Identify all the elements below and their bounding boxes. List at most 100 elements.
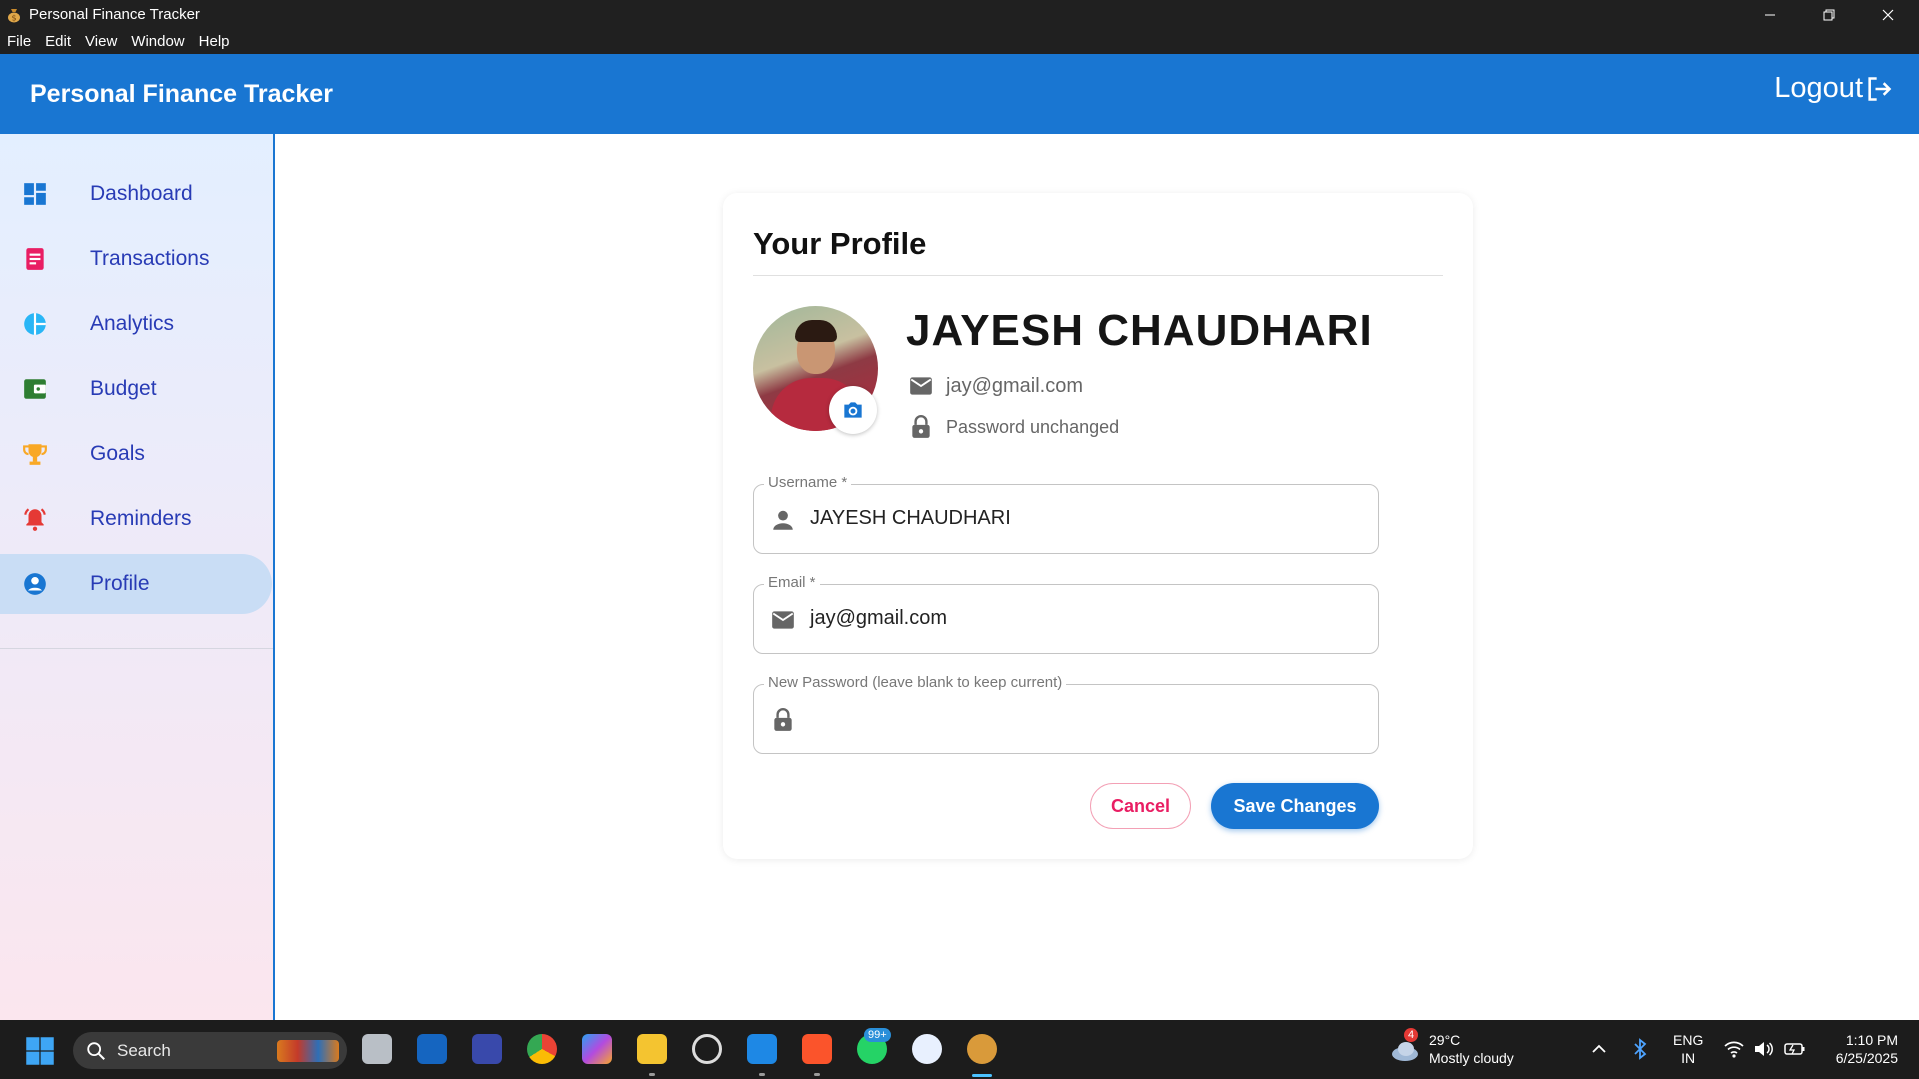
username-label: Username * <box>764 474 852 491</box>
email-input[interactable]: jay@gmail.com <box>810 607 947 630</box>
language-indicator[interactable]: ENG IN <box>1673 1031 1703 1067</box>
menu-edit[interactable]: Edit <box>38 33 78 50</box>
bluetooth-icon[interactable] <box>1633 1038 1647 1060</box>
password-field[interactable]: New Password (leave blank to keep curren… <box>753 674 1379 754</box>
clock-time: 1:10 PM <box>1845 1032 1898 1048</box>
profile-name: JAYESH CHAUDHARI <box>906 306 1373 355</box>
sidebar-item-label: Transactions <box>90 247 210 270</box>
battery-icon[interactable] <box>1784 1040 1806 1058</box>
taskbar: Search 99+ 4 29°C Mostly cloudy ENG IN 1… <box>0 1020 1919 1079</box>
sidebar-item-label: Goals <box>90 442 145 465</box>
sidebar: Dashboard Transactions Analytics Budget … <box>0 134 275 1020</box>
sidebar-item-profile[interactable]: Profile <box>0 554 272 614</box>
clock-date: 6/25/2025 <box>1835 1050 1898 1066</box>
app-store-icon[interactable] <box>912 1034 942 1064</box>
save-changes-button[interactable]: Save Changes <box>1211 783 1379 829</box>
email-icon <box>910 377 932 395</box>
logout-label: Logout <box>1774 72 1863 104</box>
sidebar-divider <box>0 648 273 649</box>
whatsapp-badge: 99+ <box>864 1028 891 1042</box>
sidebar-item-budget[interactable]: Budget <box>0 359 272 419</box>
svg-text:$: $ <box>11 13 16 22</box>
pie-chart-icon <box>24 313 46 335</box>
menu-file[interactable]: File <box>0 33 38 50</box>
username-field[interactable]: Username * JAYESH CHAUDHARI <box>753 474 1379 554</box>
sidebar-item-reminders[interactable]: Reminders <box>0 489 272 549</box>
sidebar-item-label: Profile <box>90 572 150 595</box>
email-label: Email * <box>764 574 820 591</box>
restore-button[interactable] <box>1799 0 1859 29</box>
app-header: Personal Finance Tracker Logout <box>0 54 1919 134</box>
logout-button[interactable]: Logout <box>1774 72 1893 105</box>
active-app-indicator <box>972 1074 992 1077</box>
menu-help[interactable]: Help <box>192 33 237 50</box>
sidebar-item-dashboard[interactable]: Dashboard <box>0 164 272 224</box>
minimize-button[interactable] <box>1740 0 1800 29</box>
sidebar-item-transactions[interactable]: Transactions <box>0 229 272 289</box>
sidebar-item-label: Reminders <box>90 507 192 530</box>
region-code: IN <box>1681 1050 1696 1066</box>
temperature: 29°C <box>1429 1032 1461 1048</box>
profile-card: Your Profile JAYESH CHAUDHARI jay@gmail.… <box>723 193 1473 859</box>
heading-divider <box>753 275 1443 276</box>
sidebar-item-goals[interactable]: Goals <box>0 424 272 484</box>
window-title: Personal Finance Tracker <box>29 6 200 23</box>
cloud-icon <box>1392 1042 1418 1061</box>
app-icon-2[interactable] <box>472 1034 502 1064</box>
cancel-button[interactable]: Cancel <box>1090 783 1191 829</box>
obs-icon[interactable] <box>692 1034 722 1064</box>
trophy-icon <box>23 444 47 465</box>
profile-password-row: Password unchanged <box>908 414 1119 440</box>
account-circle-icon <box>24 573 46 595</box>
search-icon <box>87 1041 105 1060</box>
lock-icon <box>774 708 792 731</box>
finance-app-icon[interactable] <box>967 1034 997 1064</box>
weather-condition: Mostly cloudy <box>1429 1050 1514 1066</box>
app-money-bag-icon: $ <box>8 8 20 22</box>
task-view-icon[interactable] <box>362 1034 392 1064</box>
close-icon <box>1882 9 1894 20</box>
username-input[interactable]: JAYESH CHAUDHARI <box>810 507 1011 530</box>
taskbar-search[interactable]: Search <box>73 1032 347 1069</box>
sidebar-item-label: Budget <box>90 377 157 400</box>
windows-start-icon[interactable] <box>25 1036 55 1066</box>
sidebar-item-analytics[interactable]: Analytics <box>0 294 272 354</box>
close-button[interactable] <box>1858 0 1918 29</box>
wifi-icon[interactable] <box>1724 1040 1744 1058</box>
change-photo-button[interactable] <box>829 386 877 434</box>
clock[interactable]: 1:10 PM 6/25/2025 <box>1822 1031 1898 1067</box>
volume-icon[interactable] <box>1753 1040 1773 1058</box>
lock-icon <box>912 415 930 438</box>
window-titlebar: $ Personal Finance Tracker <box>0 0 1919 29</box>
weather-widget[interactable]: 29°C Mostly cloudy <box>1429 1031 1514 1067</box>
chrome-icon[interactable] <box>527 1034 557 1064</box>
file-explorer-icon[interactable] <box>637 1034 667 1064</box>
email-icon <box>772 611 794 629</box>
search-label: Search <box>117 1040 171 1060</box>
copilot-icon[interactable] <box>582 1034 612 1064</box>
sidebar-item-label: Dashboard <box>90 182 193 205</box>
logout-icon <box>1868 76 1892 101</box>
weather-badge: 4 <box>1404 1028 1419 1042</box>
bell-alert-icon <box>24 508 46 531</box>
brave-icon[interactable] <box>802 1034 832 1064</box>
dashboard-icon <box>24 183 46 205</box>
minimize-icon <box>1765 14 1775 15</box>
menu-window[interactable]: Window <box>124 33 191 50</box>
email-field[interactable]: Email * jay@gmail.com <box>753 574 1379 654</box>
app-icon-1[interactable] <box>417 1034 447 1064</box>
receipt-icon <box>26 248 44 270</box>
person-icon <box>773 510 793 530</box>
password-label: New Password (leave blank to keep curren… <box>764 674 1067 691</box>
vscode-icon[interactable] <box>747 1034 777 1064</box>
app-brand: Personal Finance Tracker <box>30 79 333 108</box>
menu-bar: File Edit View Window Help <box>0 29 1919 54</box>
menu-view[interactable]: View <box>78 33 124 50</box>
page-title: Your Profile <box>753 226 927 261</box>
sidebar-item-label: Analytics <box>90 312 175 335</box>
search-highlight-image <box>277 1040 339 1062</box>
chevron-up-icon[interactable] <box>1591 1042 1607 1054</box>
language-code: ENG <box>1673 1032 1704 1048</box>
restore-icon <box>1823 9 1835 20</box>
password-status: Password unchanged <box>946 416 1120 437</box>
